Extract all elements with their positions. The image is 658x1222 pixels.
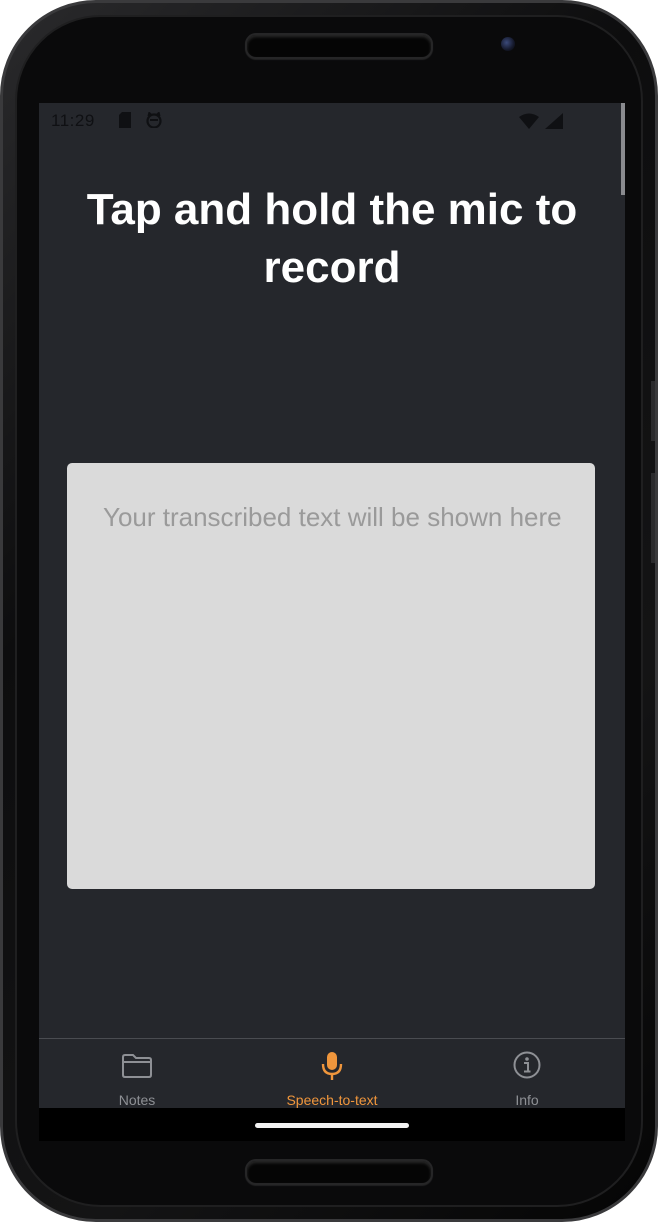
volume-button xyxy=(651,381,655,441)
nav-item-speech-to-text[interactable]: Speech-to-text xyxy=(234,1039,430,1109)
transcript-placeholder: Your transcribed text will be shown here xyxy=(103,502,562,532)
page-title: Tap and hold the mic to record xyxy=(86,185,578,292)
folder-icon xyxy=(122,1054,152,1078)
nav-label-speech-to-text: Speech-to-text xyxy=(286,1092,378,1108)
sd-card-icon xyxy=(119,112,131,128)
earpiece-speaker xyxy=(245,33,433,59)
cell-signal-icon xyxy=(545,113,563,129)
app-screen: 11:29 Tap and hold the mic to record You… xyxy=(39,103,625,1141)
transcript-box[interactable]: Your transcribed text will be shown here xyxy=(67,463,595,889)
front-camera xyxy=(501,37,515,51)
nav-label-info: Info xyxy=(515,1092,539,1108)
gesture-bar-area xyxy=(39,1108,625,1141)
phone-frame: 11:29 Tap and hold the mic to record You… xyxy=(0,0,658,1222)
wifi-icon xyxy=(519,113,539,129)
nav-item-info[interactable]: Info xyxy=(429,1039,625,1109)
microphone-icon xyxy=(321,1052,343,1080)
cat-face-icon xyxy=(146,112,162,128)
nav-item-notes[interactable]: Notes xyxy=(39,1039,235,1109)
bottom-navigation: Notes Speech-to-text Info xyxy=(39,1038,625,1109)
power-button xyxy=(651,473,655,563)
bottom-speaker xyxy=(245,1159,433,1185)
gesture-handle[interactable] xyxy=(255,1123,409,1128)
status-bar: 11:29 xyxy=(39,103,625,195)
nav-label-notes: Notes xyxy=(118,1092,156,1108)
status-time: 11:29 xyxy=(51,111,95,130)
info-icon xyxy=(513,1051,541,1079)
scrollbar[interactable] xyxy=(621,103,625,195)
